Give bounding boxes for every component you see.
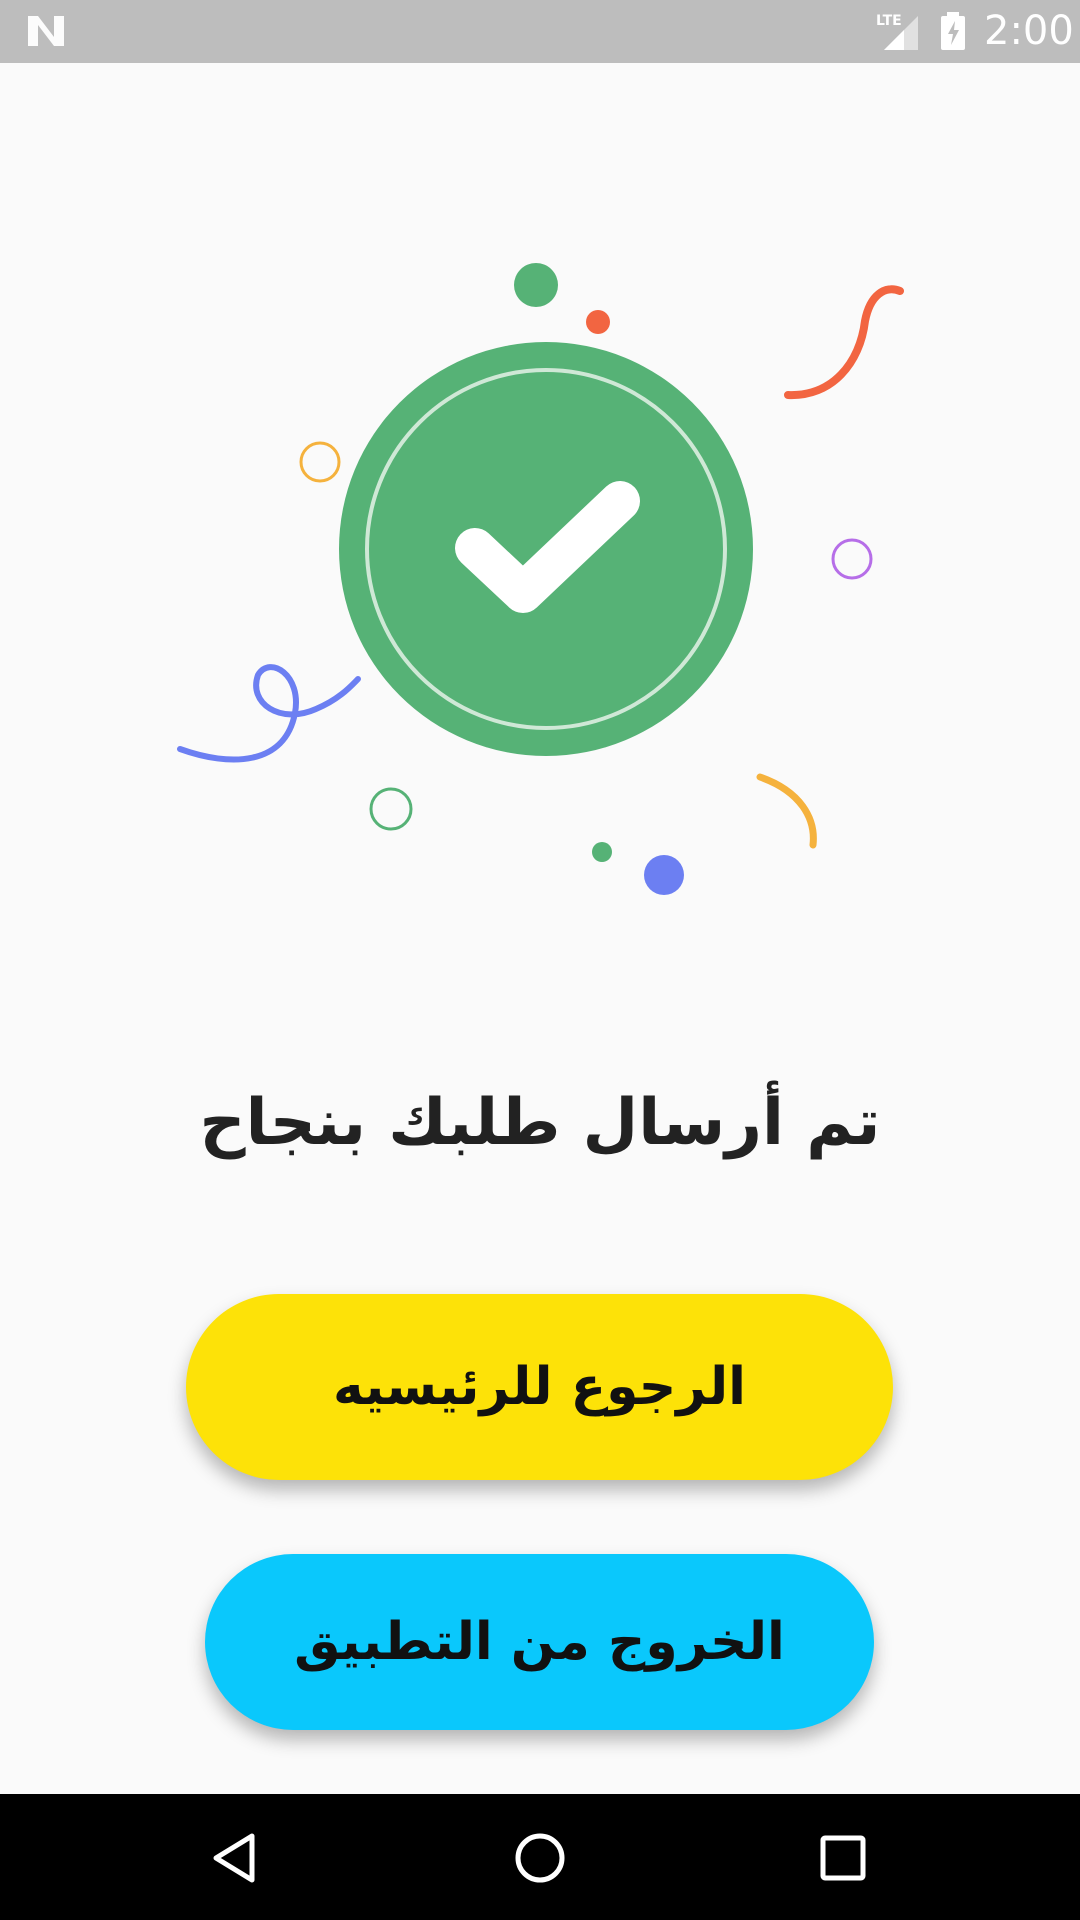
confetti-arc-orange [756, 773, 817, 849]
confetti-dot-green-large [514, 263, 558, 307]
confetti-ring-orange [299, 441, 341, 483]
exit-app-button[interactable]: الخروج من التطبيق [205, 1554, 874, 1730]
confetti-ring-purple [831, 538, 873, 580]
lte-signal-icon: LTE [876, 13, 918, 50]
nav-recents-button[interactable] [807, 1822, 879, 1894]
confetti-squiggle-red [784, 285, 904, 400]
lte-label: LTE [876, 13, 902, 29]
confetti-dot-green-small [592, 842, 612, 862]
success-screen: LTE 2:00 تم أرسال طلبك بنجاح الرجوع للرئ… [0, 0, 1080, 1920]
status-time: 2:00 [984, 8, 1074, 54]
confetti-ring-green [369, 787, 413, 831]
check-circle-icon [339, 342, 753, 756]
status-bar: LTE 2:00 [0, 0, 1080, 63]
success-headline: تم أرسال طلبك بنجاح [199, 1086, 881, 1160]
back-icon [213, 1833, 255, 1883]
back-to-home-button[interactable]: الرجوع للرئيسيه [186, 1294, 893, 1480]
success-illustration [177, 263, 904, 895]
navigation-bar [0, 1794, 1080, 1920]
confetti-dot-red [586, 310, 610, 334]
battery-charging-icon [941, 12, 965, 50]
confetti-loop-blue [177, 664, 361, 763]
confetti-dot-blue [644, 855, 684, 895]
recents-icon [820, 1835, 866, 1881]
android-n-icon [28, 16, 64, 46]
home-icon [515, 1833, 565, 1883]
nav-home-button[interactable] [504, 1822, 576, 1894]
nav-back-button[interactable] [200, 1822, 272, 1894]
